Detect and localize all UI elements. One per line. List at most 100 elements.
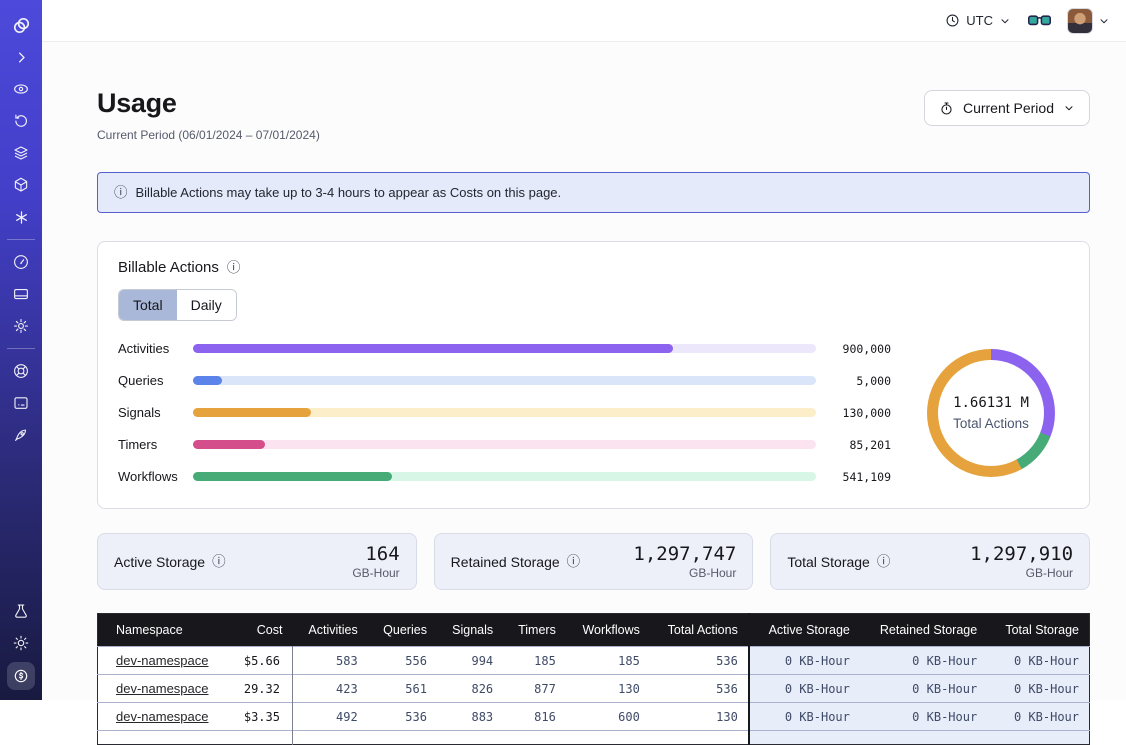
namespace-link[interactable]: dev-namespace bbox=[116, 653, 209, 668]
bar-fill bbox=[193, 408, 311, 417]
cube-icon[interactable] bbox=[8, 172, 34, 198]
cell-timers: 185 bbox=[503, 647, 566, 675]
namespace-link[interactable]: dev-namespace bbox=[116, 709, 209, 724]
tab-total[interactable]: Total bbox=[119, 290, 177, 320]
column-header-total_actions: Total Actions bbox=[650, 614, 749, 647]
dollar-coin-button[interactable] bbox=[7, 662, 35, 690]
bar-value: 541,109 bbox=[829, 470, 891, 484]
cell-signals: 994 bbox=[437, 647, 503, 675]
column-header-retained_storage: Retained Storage bbox=[860, 614, 987, 647]
storage-card-label: Active Storage ⓘ bbox=[114, 554, 226, 570]
flask-icon[interactable] bbox=[8, 598, 34, 624]
cell-total_actions: 130 bbox=[650, 703, 749, 731]
cell-namespace: dev-namespace bbox=[98, 703, 229, 731]
bar-track bbox=[193, 408, 816, 417]
chevron-right-icon[interactable] bbox=[8, 44, 34, 70]
bar-row: Signals130,000 bbox=[118, 405, 891, 420]
cell-activities: 583 bbox=[292, 647, 367, 675]
cell-namespace: dev-namespace bbox=[98, 675, 229, 703]
cell-empty bbox=[437, 731, 503, 745]
tab-daily[interactable]: Daily bbox=[177, 290, 236, 320]
cell-empty bbox=[987, 731, 1089, 745]
cell-cost: $3.35 bbox=[229, 703, 293, 731]
cell-timers: 877 bbox=[503, 675, 566, 703]
cell-total_storage: 0 KB-Hour bbox=[987, 675, 1089, 703]
table-row: dev-namespace$3.354925368838166001300 KB… bbox=[98, 703, 1090, 731]
eye-icon[interactable] bbox=[8, 76, 34, 102]
namespace-link[interactable]: dev-namespace bbox=[116, 681, 209, 696]
bar-row: Activities900,000 bbox=[118, 341, 891, 356]
info-icon[interactable]: ⓘ bbox=[227, 261, 241, 275]
stopwatch-icon bbox=[939, 101, 954, 116]
storage-unit: GB-Hour bbox=[633, 566, 736, 580]
banner-text: Billable Actions may take up to 3-4 hour… bbox=[136, 185, 562, 200]
history-icon[interactable] bbox=[8, 108, 34, 134]
terminal-icon[interactable] bbox=[8, 390, 34, 416]
page-subtitle: Current Period (06/01/2024 – 07/01/2024) bbox=[97, 128, 320, 142]
storage-card-value: 164 GB-Hour bbox=[352, 543, 399, 580]
temporal-logo-icon[interactable] bbox=[8, 12, 34, 38]
user-menu[interactable] bbox=[1067, 8, 1110, 34]
cell-empty bbox=[650, 731, 749, 745]
gear-icon[interactable] bbox=[8, 313, 34, 339]
bar-track bbox=[193, 472, 816, 481]
column-header-cost: Cost bbox=[229, 614, 293, 647]
bar-chart: Activities900,000Queries5,000Signals130,… bbox=[118, 341, 891, 484]
storage-card-value: 1,297,747 GB-Hour bbox=[633, 543, 736, 580]
column-header-workflows: Workflows bbox=[566, 614, 650, 647]
period-dropdown-button[interactable]: Current Period bbox=[924, 90, 1090, 126]
cell-empty bbox=[749, 731, 860, 745]
bar-category-label: Workflows bbox=[118, 469, 180, 484]
bar-value: 130,000 bbox=[829, 406, 891, 420]
cell-empty bbox=[229, 731, 293, 745]
cell-cost: $5.66 bbox=[229, 647, 293, 675]
info-banner: ⓘ Billable Actions may take up to 3-4 ho… bbox=[97, 172, 1090, 213]
content: Usage Current Period (06/01/2024 – 07/01… bbox=[42, 42, 1126, 745]
donut-center: 1.66131 M Total Actions bbox=[938, 360, 1044, 466]
info-icon[interactable]: ⓘ bbox=[877, 555, 891, 569]
cell-workflows: 600 bbox=[566, 703, 650, 731]
layers-icon[interactable] bbox=[8, 140, 34, 166]
info-icon: ⓘ bbox=[114, 186, 128, 200]
avatar bbox=[1067, 8, 1093, 34]
storage-card-value: 1,297,910 GB-Hour bbox=[970, 543, 1073, 580]
cell-namespace: dev-namespace bbox=[98, 647, 229, 675]
sun-icon[interactable] bbox=[8, 630, 34, 656]
rocket-icon[interactable] bbox=[8, 422, 34, 448]
column-header-signals: Signals bbox=[437, 614, 503, 647]
glasses-button[interactable] bbox=[1026, 8, 1052, 34]
table-row: dev-namespace$5.665835569941851855360 KB… bbox=[98, 647, 1090, 675]
column-header-active_storage: Active Storage bbox=[749, 614, 860, 647]
bar-category-label: Timers bbox=[118, 437, 180, 452]
cell-total_actions: 536 bbox=[650, 675, 749, 703]
cell-queries: 536 bbox=[368, 703, 437, 731]
column-header-queries: Queries bbox=[368, 614, 437, 647]
bar-category-label: Queries bbox=[118, 373, 180, 388]
bar-fill bbox=[193, 440, 265, 449]
cell-timers: 816 bbox=[503, 703, 566, 731]
storage-card-label: Total Storage ⓘ bbox=[787, 554, 890, 570]
column-header-total_storage: Total Storage bbox=[987, 614, 1089, 647]
asterisk-icon[interactable] bbox=[8, 204, 34, 230]
info-icon[interactable]: ⓘ bbox=[567, 555, 581, 569]
retained-storage-card: Retained Storage ⓘ 1,297,747 GB-Hour bbox=[434, 533, 754, 590]
total-actions-label: Total Actions bbox=[953, 416, 1029, 431]
chevron-down-icon bbox=[1098, 15, 1110, 27]
info-icon[interactable]: ⓘ bbox=[212, 555, 226, 569]
cell-empty bbox=[292, 731, 367, 745]
column-header-timers: Timers bbox=[503, 614, 566, 647]
gauge-icon[interactable] bbox=[8, 249, 34, 275]
table-row-partial bbox=[98, 731, 1090, 745]
timezone-selector[interactable]: UTC bbox=[945, 13, 1011, 28]
bar-value: 85,201 bbox=[829, 438, 891, 452]
bar-fill bbox=[193, 344, 673, 353]
cell-cost: 29.32 bbox=[229, 675, 293, 703]
cell-queries: 561 bbox=[368, 675, 437, 703]
cell-empty bbox=[98, 731, 229, 745]
lifebuoy-icon[interactable] bbox=[8, 358, 34, 384]
storage-card-label: Retained Storage ⓘ bbox=[451, 554, 580, 570]
cell-empty bbox=[860, 731, 987, 745]
page-title: Usage bbox=[97, 88, 320, 119]
credit-card-icon[interactable] bbox=[8, 281, 34, 307]
billable-actions-body: Activities900,000Queries5,000Signals130,… bbox=[118, 341, 1069, 484]
